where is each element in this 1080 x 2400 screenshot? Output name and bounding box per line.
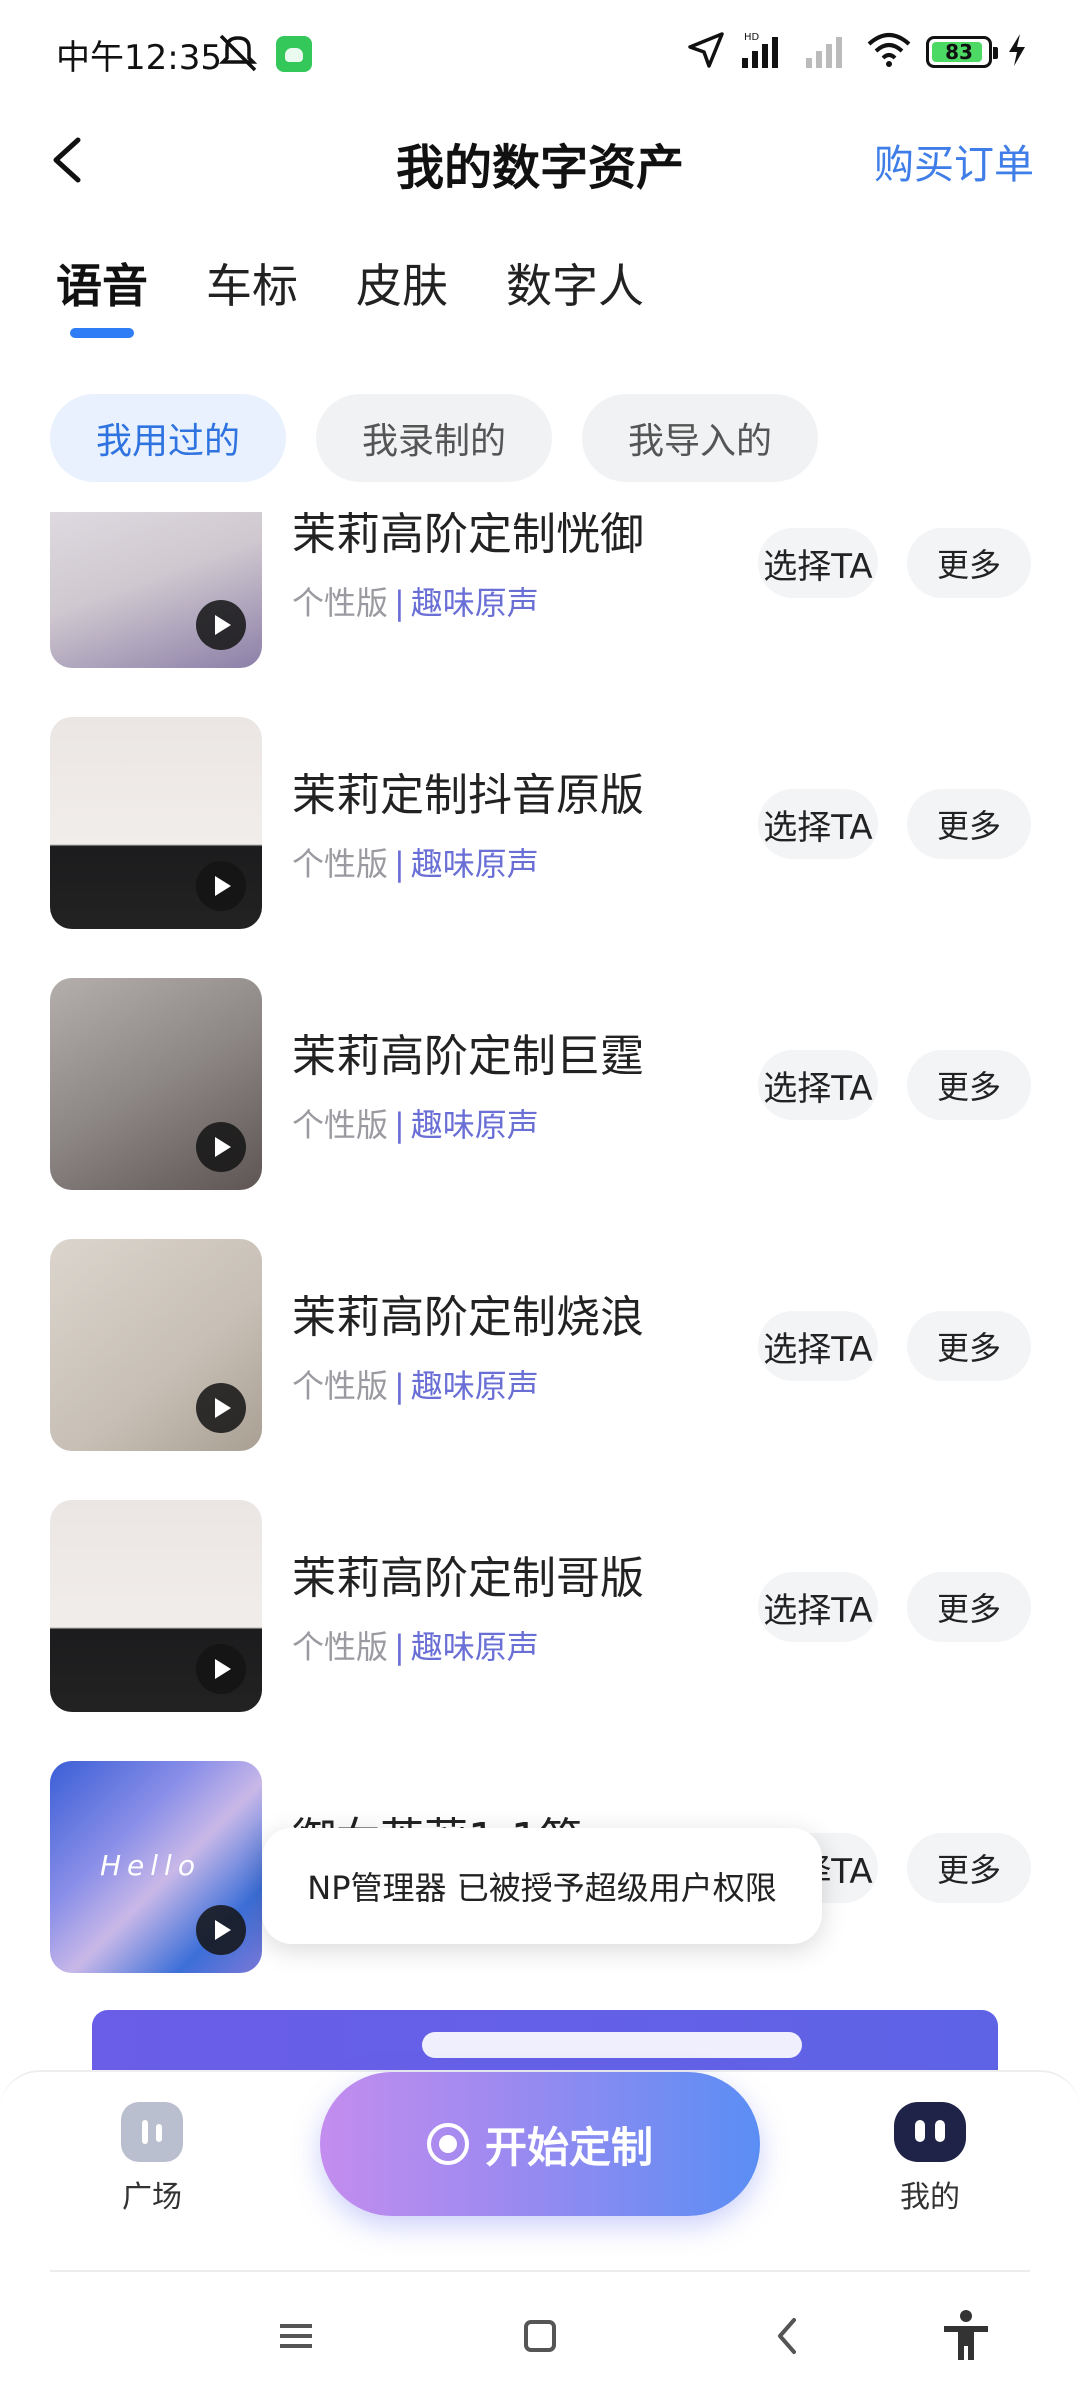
- system-navigation: [0, 2272, 1080, 2400]
- play-icon[interactable]: [196, 1122, 246, 1172]
- status-icons: HD 83: [686, 30, 1028, 74]
- voice-name: 茉莉定制抖音原版: [292, 770, 644, 821]
- meta-separator: |: [394, 1628, 405, 1666]
- home-icon[interactable]: [510, 2306, 570, 2366]
- select-button[interactable]: 选择TA: [758, 1572, 878, 1642]
- voice-category: 趣味原声: [410, 845, 539, 883]
- status-bar: 中午12:35 HD 83: [0, 0, 1080, 100]
- list-item[interactable]: 茉莉高阶定制巨霆 个性版 | 趣味原声 选择TA 更多: [0, 974, 1080, 1235]
- purchase-orders-link[interactable]: 购买订单: [874, 132, 1034, 190]
- filter-chips: 我用过的 我录制的 我导入的: [50, 394, 819, 482]
- nav-plaza-label: 广场: [122, 2180, 182, 2215]
- app-notification-icon: [276, 36, 312, 72]
- plaza-icon: [121, 2102, 183, 2162]
- mute-icon: [215, 30, 261, 74]
- select-button[interactable]: 选择TA: [758, 528, 878, 598]
- voice-thumbnail[interactable]: [50, 1239, 262, 1451]
- play-icon[interactable]: [196, 1644, 246, 1694]
- voice-meta: 个性版 | 趣味原声: [292, 839, 539, 885]
- voice-thumbnail[interactable]: Hello: [50, 1761, 262, 1973]
- meta-separator: |: [394, 1367, 405, 1405]
- bottom-nav: 广场 开始定制 我的: [0, 2070, 1080, 2270]
- play-icon[interactable]: [196, 861, 246, 911]
- voice-thumbnail[interactable]: [50, 978, 262, 1190]
- asset-tabs: 语音 车标 皮肤 数字人: [56, 250, 644, 338]
- tab-skin[interactable]: 皮肤: [356, 250, 448, 316]
- play-icon[interactable]: [196, 600, 246, 650]
- active-tab-indicator: [70, 328, 134, 338]
- start-customize-label: 开始定制: [484, 2122, 653, 2172]
- thumbnail-text: Hello: [100, 1849, 201, 1882]
- voice-thumbnail[interactable]: [50, 1500, 262, 1712]
- list-item[interactable]: 茉莉高阶定制哥版 个性版 | 趣味原声 选择TA 更多: [0, 1496, 1080, 1757]
- accessibility-icon[interactable]: [936, 2306, 996, 2366]
- voice-category: 趣味原声: [410, 1628, 539, 1666]
- select-button[interactable]: 选择TA: [758, 789, 878, 859]
- tab-voice[interactable]: 语音: [56, 250, 148, 338]
- select-button[interactable]: 选择TA: [758, 1050, 878, 1120]
- wifi-icon: [866, 30, 912, 74]
- voice-edition: 个性版: [292, 1367, 389, 1405]
- start-customize-button[interactable]: 开始定制: [320, 2072, 760, 2216]
- tab-label: 数字人: [506, 259, 644, 313]
- record-icon: [426, 2123, 469, 2165]
- voice-name: 茉莉高阶定制恍御: [292, 512, 644, 560]
- battery-icon: 83: [926, 36, 998, 68]
- chip-imported[interactable]: 我导入的: [582, 394, 819, 482]
- voice-edition: 个性版: [292, 1628, 389, 1666]
- more-button[interactable]: 更多: [907, 528, 1031, 598]
- voice-edition: 个性版: [292, 584, 389, 622]
- battery-level: 83: [945, 40, 973, 64]
- voice-thumbnail[interactable]: [50, 512, 262, 668]
- list-item[interactable]: 茉莉高阶定制烧浪 个性版 | 趣味原声 选择TA 更多: [0, 1235, 1080, 1496]
- voice-meta: 个性版 | 趣味原声: [292, 578, 539, 624]
- voice-category: 趣味原声: [410, 1367, 539, 1405]
- more-button[interactable]: 更多: [907, 1833, 1031, 1903]
- tab-digital-human[interactable]: 数字人: [506, 250, 644, 316]
- menu-icon[interactable]: [266, 2306, 326, 2366]
- nav-mine-label: 我的: [900, 2180, 960, 2215]
- select-button[interactable]: 选择TA: [758, 1311, 878, 1381]
- more-button[interactable]: 更多: [907, 1311, 1031, 1381]
- nav-mine[interactable]: 我的: [880, 2102, 980, 2216]
- voice-name: 茉莉高阶定制哥版: [292, 1553, 644, 1604]
- play-icon[interactable]: [196, 1905, 246, 1955]
- voice-name: 茉莉高阶定制巨霆: [292, 1031, 644, 1082]
- header: 我的数字资产 购买订单: [0, 110, 1080, 210]
- voice-edition: 个性版: [292, 1106, 389, 1144]
- tab-label: 语音: [56, 259, 148, 313]
- meta-separator: |: [394, 584, 405, 622]
- robot-face-icon: [894, 2102, 966, 2162]
- voice-name: 茉莉高阶定制烧浪: [292, 1292, 644, 1343]
- system-back-icon[interactable]: [758, 2306, 818, 2366]
- voice-meta: 个性版 | 趣味原声: [292, 1622, 539, 1668]
- more-button[interactable]: 更多: [907, 1050, 1031, 1120]
- voice-edition: 个性版: [292, 845, 389, 883]
- chip-used[interactable]: 我用过的: [50, 394, 287, 482]
- nav-plaza[interactable]: 广场: [100, 2102, 204, 2216]
- tab-car-logo[interactable]: 车标: [206, 250, 298, 316]
- tab-label: 车标: [206, 259, 298, 313]
- meta-separator: |: [394, 845, 405, 883]
- voice-meta: 个性版 | 趣味原声: [292, 1361, 539, 1407]
- more-button[interactable]: 更多: [907, 1572, 1031, 1642]
- more-button[interactable]: 更多: [907, 789, 1031, 859]
- signal-hd-icon: HD: [740, 30, 790, 74]
- voice-category: 趣味原声: [410, 584, 539, 622]
- location-icon: [686, 30, 726, 74]
- voice-category: 趣味原声: [410, 1106, 539, 1144]
- chip-recorded[interactable]: 我录制的: [316, 394, 553, 482]
- list-item[interactable]: 茉莉高阶定制恍御 个性版 | 趣味原声 选择TA 更多: [0, 512, 1080, 713]
- voice-thumbnail[interactable]: [50, 717, 262, 929]
- play-icon[interactable]: [196, 1383, 246, 1433]
- svg-text:HD: HD: [744, 32, 760, 43]
- status-time: 中午12:35: [56, 38, 222, 78]
- list-item[interactable]: 茉莉定制抖音原版 个性版 | 趣味原声 选择TA 更多: [0, 713, 1080, 974]
- toast-message: NP管理器 已被授予超级用户权限: [262, 1828, 822, 1944]
- voice-meta: 个性版 | 趣味原声: [292, 1100, 539, 1146]
- charging-icon: [1006, 32, 1028, 72]
- tab-label: 皮肤: [356, 259, 448, 313]
- meta-separator: |: [394, 1106, 405, 1144]
- signal-weak-icon: [804, 30, 852, 74]
